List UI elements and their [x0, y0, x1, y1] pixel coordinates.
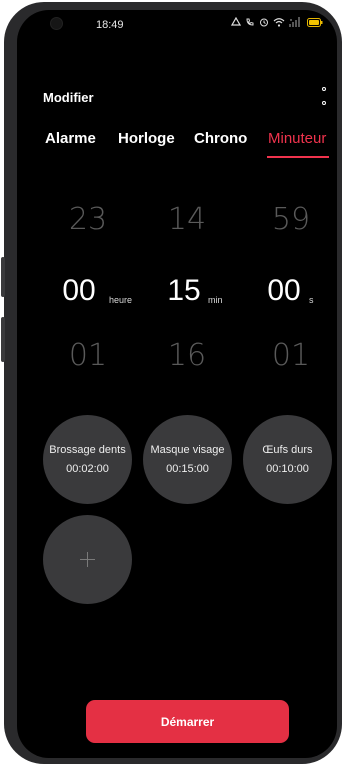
- seconds-next[interactable]: 01: [261, 338, 321, 373]
- call-icon: [246, 18, 254, 26]
- preset-brossage-dents[interactable]: Brossage dents 00:02:00: [43, 415, 132, 504]
- status-icons: x: [231, 17, 323, 27]
- hours-unit: heure: [109, 295, 133, 305]
- minutes-prev[interactable]: 14: [157, 202, 217, 237]
- seconds-unit: s: [309, 295, 314, 305]
- more-options-icon[interactable]: [319, 87, 329, 105]
- battery-icon: [307, 17, 323, 27]
- minutes-next[interactable]: 16: [157, 338, 217, 373]
- tab-minuteur[interactable]: Minuteur: [268, 130, 326, 147]
- front-camera: [50, 17, 63, 30]
- preset-time: 00:15:00: [166, 463, 209, 475]
- minutes-current[interactable]: 15: [154, 274, 214, 308]
- start-button[interactable]: Démarrer: [86, 700, 289, 743]
- seconds-prev[interactable]: 59: [261, 202, 321, 237]
- phone-frame: 18:49 x Modifier Alarme Horloge Chrono M…: [1, 2, 342, 764]
- wifi-icon: [273, 18, 285, 27]
- preset-name: Œufs durs: [262, 444, 313, 456]
- active-tab-indicator: [267, 156, 329, 158]
- tab-alarme[interactable]: Alarme: [45, 130, 96, 147]
- hours-current[interactable]: 00: [49, 274, 109, 308]
- screen: 18:49 x Modifier Alarme Horloge Chrono M…: [17, 10, 337, 758]
- svg-text:x: x: [290, 17, 292, 22]
- page-title[interactable]: Modifier: [43, 90, 94, 105]
- minutes-unit: min: [208, 295, 223, 305]
- plus-icon-stroke: [87, 552, 88, 567]
- tab-chrono[interactable]: Chrono: [194, 130, 247, 147]
- preset-oeufs-durs[interactable]: Œufs durs 00:10:00: [243, 415, 332, 504]
- preset-name: Masque visage: [150, 444, 225, 456]
- power-button: [1, 317, 5, 362]
- preset-time: 00:10:00: [266, 463, 309, 475]
- volume-button: [1, 257, 5, 297]
- preset-time: 00:02:00: [66, 463, 109, 475]
- add-preset-button[interactable]: [43, 515, 132, 604]
- hours-next[interactable]: 01: [58, 338, 118, 373]
- preset-name: Brossage dents: [49, 444, 126, 456]
- tab-horloge[interactable]: Horloge: [118, 130, 175, 147]
- status-time: 18:49: [96, 19, 124, 31]
- hours-prev[interactable]: 23: [58, 202, 118, 237]
- preset-masque-visage[interactable]: Masque visage 00:15:00: [143, 415, 232, 504]
- alarm-icon: [231, 17, 241, 26]
- timer-icon: [260, 18, 268, 27]
- seconds-current[interactable]: 00: [254, 274, 314, 308]
- signal-icon: x: [289, 17, 300, 27]
